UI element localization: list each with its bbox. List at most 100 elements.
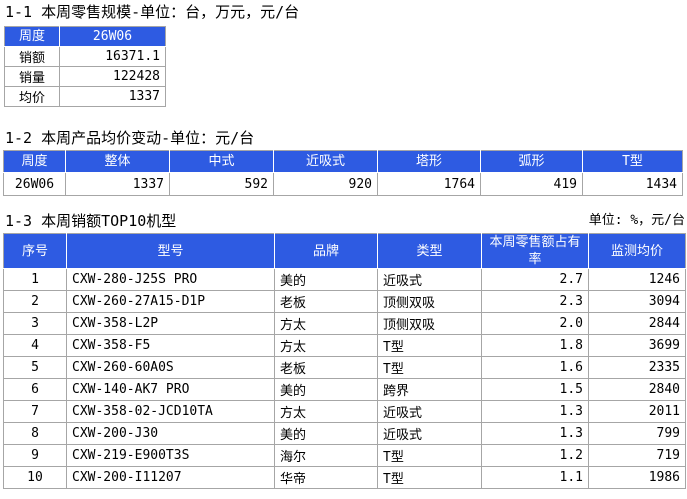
top10-title-row: 1-3 本周销额TOP10机型 单位: %，元/台 [5,212,685,230]
column-header-overall: 整体 [65,150,170,173]
column-header-type: 类型 [377,233,482,269]
table-cell: 美的 [274,268,378,291]
table-cell: 华帝 [274,466,378,489]
table-cell: 10 [3,466,67,489]
table-cell: CXW-260-60A0S [66,356,275,379]
table-cell: 1.3 [481,400,589,423]
table-cell: 719 [588,444,686,467]
table-cell: 1.5 [481,378,589,401]
table-cell: T型 [377,444,482,467]
table-cell: T型 [377,466,482,489]
column-header-retail-share: 本周零售额占有率 [481,233,589,269]
table-cell: 592 [169,172,274,196]
table-cell: 8 [3,422,67,445]
table-header-row: 周度 26W06 [4,26,166,47]
table-header-row: 周度 整体 中式 近吸式 塔形 弧形 T型 [3,150,683,173]
table-cell: CXW-260-27A15-D1P [66,290,275,313]
table-cell: 2011 [588,400,686,423]
column-header-arc: 弧形 [480,150,583,173]
table-cell: 26W06 [3,172,66,196]
column-header-week: 周度 [4,26,60,47]
table-cell: 2.7 [481,268,589,291]
table-cell: CXW-219-E900T3S [66,444,275,467]
table-cell: 3094 [588,290,686,313]
table-row: 2 CXW-260-27A15-D1P 老板 顶侧双吸 2.3 3094 [3,290,686,313]
table-cell: 1.8 [481,334,589,357]
table-cell: CXW-358-02-JCD10TA [66,400,275,423]
table-cell: 2335 [588,356,686,379]
table-cell: 2844 [588,312,686,335]
table-cell: 799 [588,422,686,445]
table-row: 26W06 1337 592 920 1764 419 1434 [3,172,683,196]
table-cell: CXW-358-F5 [66,334,275,357]
column-header-monitored-avg-price: 监测均价 [588,233,686,269]
table-cell: 老板 [274,290,378,313]
table-cell: 1.2 [481,444,589,467]
table-cell: 近吸式 [377,422,482,445]
table-cell: 419 [480,172,583,196]
table-cell: 美的 [274,378,378,401]
table-cell: CXW-280-J25S PRO [66,268,275,291]
table-cell: 1.6 [481,356,589,379]
table-cell: 2.3 [481,290,589,313]
table-cell: 1764 [377,172,481,196]
table-header-row: 序号 型号 品牌 类型 本周零售额占有率 监测均价 [3,233,686,269]
column-header-t-type: T型 [582,150,683,173]
table-row: 均价 1337 [4,86,166,107]
table-row: 3 CXW-358-L2P 方太 顶侧双吸 2.0 2844 [3,312,686,335]
table-cell: 4 [3,334,67,357]
top10-models-table: 序号 型号 品牌 类型 本周零售额占有率 监测均价 1 CXW-280-J25S … [3,233,686,489]
column-header-tower: 塔形 [377,150,481,173]
table-cell: 9 [3,444,67,467]
table-cell: CXW-140-AK7 PRO [66,378,275,401]
table-cell: T型 [377,356,482,379]
avg-price-table: 周度 整体 中式 近吸式 塔形 弧形 T型 26W06 1337 592 920 176… [3,150,683,196]
table-cell: 方太 [274,400,378,423]
column-header-week-value: 26W06 [59,26,166,47]
column-header-chinese-style: 中式 [169,150,274,173]
table-cell: 1246 [588,268,686,291]
table-cell: 3699 [588,334,686,357]
table-cell: 2 [3,290,67,313]
table-cell: 2.0 [481,312,589,335]
column-header-model: 型号 [66,233,275,269]
table-cell: T型 [377,334,482,357]
table-cell: 均价 [4,86,60,107]
table-row: 4 CXW-358-F5 方太 T型 1.8 3699 [3,334,686,357]
table-cell: 顶侧双吸 [377,312,482,335]
table-cell: 销量 [4,66,60,87]
table-cell: 方太 [274,334,378,357]
table-cell: 美的 [274,422,378,445]
table-cell: 3 [3,312,67,335]
table-cell: 1986 [588,466,686,489]
table-row: 6 CXW-140-AK7 PRO 美的 跨界 1.5 2840 [3,378,686,401]
table-cell: 海尔 [274,444,378,467]
table-row: 9 CXW-219-E900T3S 海尔 T型 1.2 719 [3,444,686,467]
column-header-week: 周度 [3,150,66,173]
table-cell: 1 [3,268,67,291]
table-cell: 近吸式 [377,400,482,423]
table-cell: CXW-200-I11207 [66,466,275,489]
table-cell: CXW-358-L2P [66,312,275,335]
table-cell: 2840 [588,378,686,401]
table-cell: 6 [3,378,67,401]
column-header-rank: 序号 [3,233,67,269]
table-cell: 1.3 [481,422,589,445]
table-cell: 1337 [65,172,170,196]
column-header-brand: 品牌 [274,233,378,269]
table-row: 8 CXW-200-J30 美的 近吸式 1.3 799 [3,422,686,445]
table-row: 1 CXW-280-J25S PRO 美的 近吸式 2.7 1246 [3,268,686,291]
column-header-near-suction: 近吸式 [273,150,378,173]
table-cell: 近吸式 [377,268,482,291]
section-title-avg-price: 1-2 本周产品均价变动-单位：元/台 [5,129,255,147]
table-row: 销额 16371.1 [4,46,166,67]
unit-label: 单位: %，元/台 [588,213,685,228]
table-cell: 920 [273,172,378,196]
section-title-top10: 1-3 本周销额TOP10机型 [5,212,177,230]
table-row: 5 CXW-260-60A0S 老板 T型 1.6 2335 [3,356,686,379]
table-cell: 1434 [582,172,683,196]
table-cell: CXW-200-J30 [66,422,275,445]
section-title-retail-scale: 1-1 本周零售规模-单位：台，万元，元/台 [5,3,300,21]
table-cell: 顶侧双吸 [377,290,482,313]
table-cell: 跨界 [377,378,482,401]
